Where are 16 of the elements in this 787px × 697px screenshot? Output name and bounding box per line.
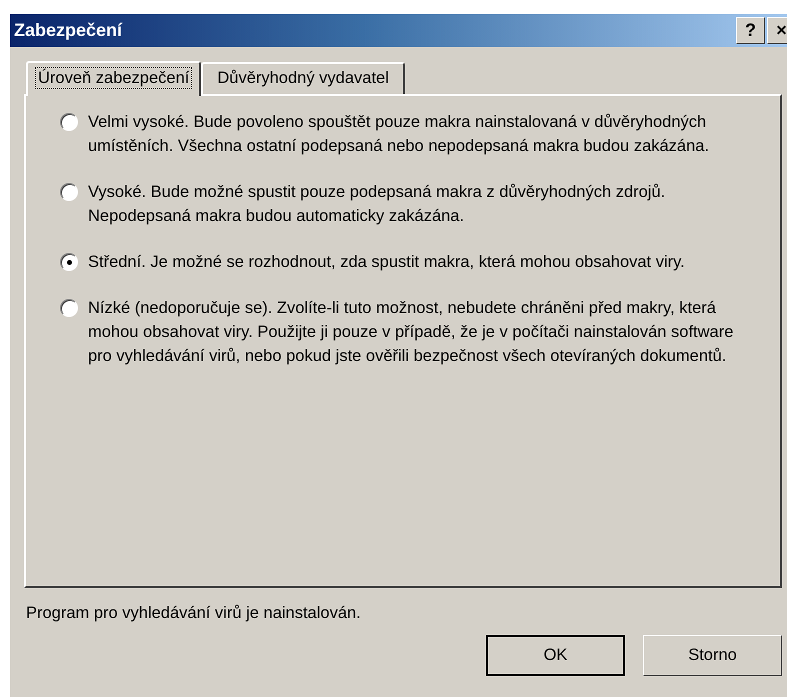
- tab[interactable]: Úroveň zabezpečení: [26, 61, 202, 96]
- radio-button[interactable]: [60, 253, 78, 271]
- window-title: Zabezpečení: [14, 20, 124, 41]
- option-label: Vysoké. Bude možné spustit pouze podepsaná makra z důvěryhodných zdrojů. Nepodepsaná makra budou automaticky zakázána.: [88, 182, 666, 227]
- radio-button[interactable]: [60, 183, 78, 201]
- option-label: Velmi vysoké. Bude povoleno spouštět pouze makra nainstalovaná v důvěryhodných umístěních. Všechna ostatní podepsaná nebo nepodepsaná makra budou zakázána.: [88, 112, 710, 157]
- radio-button[interactable]: [60, 113, 78, 131]
- ok-button[interactable]: OK: [486, 635, 625, 676]
- option-label: Nízké (nedoporučuje se). Zvolíte-li tuto možnost, nebudete chráněni před makry, která mohou obsahovat viry. Použijte ji pouze v případě, že je v počítači nainstalován software pro vyhledávání virů, nebo pokud jste ověřili bezpečnost všech otevíraných dokumentů.: [88, 298, 734, 367]
- option-label: Střední. Je možné se rozhodnout, zda spustit makra, která mohou obsahovat viry.: [88, 252, 685, 273]
- radio-button[interactable]: [60, 299, 78, 317]
- close-button[interactable]: ×: [767, 17, 787, 44]
- cancel-button[interactable]: Storno: [643, 635, 782, 676]
- help-button[interactable]: ?: [736, 17, 765, 44]
- status-text: Program pro vyhledávání virů je nainstalován.: [26, 604, 362, 623]
- tab[interactable]: Důvěryhodný vydavatel: [201, 62, 405, 94]
